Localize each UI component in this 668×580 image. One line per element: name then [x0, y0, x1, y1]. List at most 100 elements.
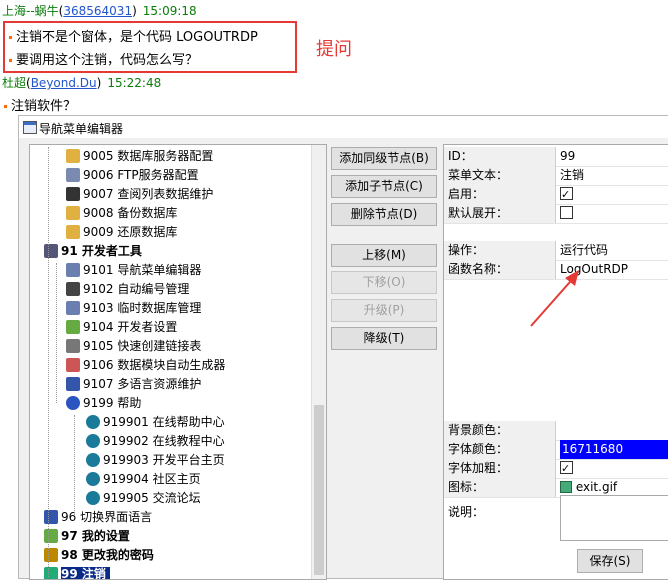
globe-icon — [86, 434, 100, 448]
prop-row-bold: 字体加粗： — [444, 459, 668, 479]
tree-node[interactable]: 919902 在线教程中心 — [86, 432, 225, 450]
enabled-checkbox[interactable] — [560, 185, 573, 204]
tree-node-label: 98 更改我的密码 — [61, 548, 154, 562]
tree-node-label: 919905 交流论坛 — [103, 491, 201, 505]
tree-node[interactable]: 97 我的设置 — [44, 527, 130, 545]
link-icon — [66, 339, 80, 353]
sender-uid[interactable]: 368564031 — [63, 4, 132, 18]
tree-node[interactable]: 9103 临时数据库管理 — [66, 299, 201, 317]
menu-tree[interactable]: 9005 数据库服务器配置 9006 FTP服务器配置 9007 查阅列表数据维护 9… — [29, 144, 327, 580]
tree-node[interactable]: 9008 备份数据库 — [66, 204, 177, 222]
prop-row-fontcolor: 字体颜色： 16711680 — [444, 440, 668, 460]
exit-icon — [560, 481, 572, 493]
tree-node-label: 9007 查阅列表数据维护 — [83, 187, 214, 201]
tree-node-label: 9104 开发者设置 — [83, 320, 178, 334]
tree-node-label: 919902 在线教程中心 — [103, 434, 225, 448]
tree-node-label: 9102 自动编号管理 — [83, 282, 190, 296]
tree-node-label: 9006 FTP服务器配置 — [83, 168, 199, 182]
tree-node[interactable]: 9199 帮助 — [66, 394, 141, 412]
add-child-button[interactable]: 添加子节点(C) — [331, 175, 437, 198]
gear-icon — [44, 529, 58, 543]
description-field[interactable] — [560, 495, 668, 541]
tree-node[interactable]: 9005 数据库服务器配置 — [66, 147, 213, 165]
globe-icon — [86, 415, 100, 429]
bold-checkbox[interactable] — [560, 459, 573, 478]
tree-node[interactable]: 9101 导航菜单编辑器 — [66, 261, 201, 279]
tree-node-label: 9107 多语言资源维护 — [83, 377, 202, 391]
message-time: 15:09:18 — [142, 4, 197, 18]
tree-node-label: 9005 数据库服务器配置 — [83, 149, 214, 163]
tree-node[interactable]: 91 开发者工具 — [44, 242, 142, 260]
chart-icon — [44, 510, 58, 524]
tree-node-label: 919901 在线帮助中心 — [103, 415, 225, 429]
tree-node[interactable]: 9102 自动编号管理 — [66, 280, 189, 298]
wand-icon — [66, 358, 80, 372]
message-time: 15:22:48 — [107, 76, 162, 90]
delete-node-button[interactable]: 删除节点(D) — [331, 203, 437, 226]
tree-node[interactable]: 9104 开发者设置 — [66, 318, 177, 336]
question-line: 要调用这个注销，代码怎么写？ — [9, 49, 198, 68]
tree-node[interactable]: 919904 社区主页 — [86, 470, 201, 488]
tree-node-label: 97 我的设置 — [61, 529, 130, 543]
save-button[interactable]: 保存(S) — [577, 549, 643, 573]
exit-icon — [44, 567, 58, 579]
menu-editor-window: 导航菜单编辑器 9005 数据库服务器配置 9006 FTP服务器配置 9007 查… — [18, 115, 668, 580]
properties-panel: ID：99 菜单文本：注销 启用： 默认展开： 操作：运行代码 函数名称：Log… — [443, 144, 668, 580]
tree-node[interactable]: 919901 在线帮助中心 — [86, 413, 225, 431]
description-label: 说明： — [448, 505, 485, 519]
sender-name: 杜超 — [2, 76, 27, 90]
edit-icon — [66, 301, 80, 315]
tree-node-label: 9101 导航菜单编辑器 — [83, 263, 202, 277]
tree-node-label: 9008 备份数据库 — [83, 206, 178, 220]
reply-text: 注销软件？ — [4, 95, 76, 114]
window-icon — [23, 121, 37, 134]
annotation-arrow — [530, 270, 579, 327]
tree-node[interactable]: 9105 快速创建链接表 — [66, 337, 201, 355]
menu-text-field[interactable]: 注销 — [560, 166, 668, 185]
add-sibling-button[interactable]: 添加同级节点(B) — [331, 147, 437, 170]
tree-node[interactable]: 96 切换界面语言 — [44, 508, 152, 526]
tree-node[interactable]: 919905 交流论坛 — [86, 489, 201, 507]
question-box: 注销不是个窗体，是个代码 LOGOUTRDP 要调用这个注销，代码怎么写？ — [3, 21, 297, 73]
id-value[interactable]: 99 — [560, 147, 668, 166]
tree-guide-line — [56, 263, 57, 403]
question-line: 注销不是个窗体，是个代码 LOGOUTRDP — [9, 26, 258, 45]
tree-node[interactable]: 9009 还原数据库 — [66, 223, 177, 241]
bg-color-field[interactable] — [560, 421, 668, 440]
expand-checkbox[interactable] — [560, 206, 573, 219]
key-icon — [44, 548, 58, 562]
prop-row-id: ID： 99 — [444, 147, 668, 167]
tree-node-label: 9009 还原数据库 — [83, 225, 178, 239]
tree-node[interactable]: 9106 数据模块自动生成器 — [66, 356, 225, 374]
tree-node-label: 9106 数据模块自动生成器 — [83, 358, 226, 372]
tree-guide-line — [48, 147, 49, 577]
tree-node-label: 91 开发者工具 — [61, 244, 142, 258]
scrollbar-thumb[interactable] — [314, 405, 324, 575]
prop-row-enabled: 启用： — [444, 185, 668, 205]
chat-header-2: 杜超(Beyond.Du) 15:22:48 — [2, 76, 162, 90]
tree-node-label: 9199 帮助 — [83, 396, 142, 410]
globe-icon — [86, 453, 100, 467]
tree-node[interactable]: 9006 FTP服务器配置 — [66, 166, 199, 184]
font-color-field[interactable]: 16711680 — [560, 440, 668, 459]
chart-icon — [66, 377, 80, 391]
tree-node[interactable]: 9107 多语言资源维护 — [66, 375, 201, 393]
tree-node[interactable]: 9007 查阅列表数据维护 — [66, 185, 213, 203]
doc-icon — [66, 168, 80, 182]
prop-row-expand: 默认展开： — [444, 204, 668, 224]
bullet-icon — [9, 59, 12, 62]
tree-node[interactable]: 99 注销 — [44, 565, 110, 579]
tree-node[interactable]: 919903 开发平台主页 — [86, 451, 225, 469]
sender-uid[interactable]: Beyond.Du — [31, 76, 97, 90]
db-icon — [66, 149, 80, 163]
bullet-icon — [4, 105, 7, 108]
tree-scrollbar[interactable] — [311, 145, 326, 579]
gear-icon — [66, 320, 80, 334]
globe-icon — [86, 491, 100, 505]
tools-icon — [44, 244, 58, 258]
tree-node-label: 9105 快速创建链接表 — [83, 339, 202, 353]
list-icon — [66, 282, 80, 296]
db-icon — [66, 206, 80, 220]
help-icon — [66, 396, 80, 410]
tree-node[interactable]: 98 更改我的密码 — [44, 546, 154, 564]
